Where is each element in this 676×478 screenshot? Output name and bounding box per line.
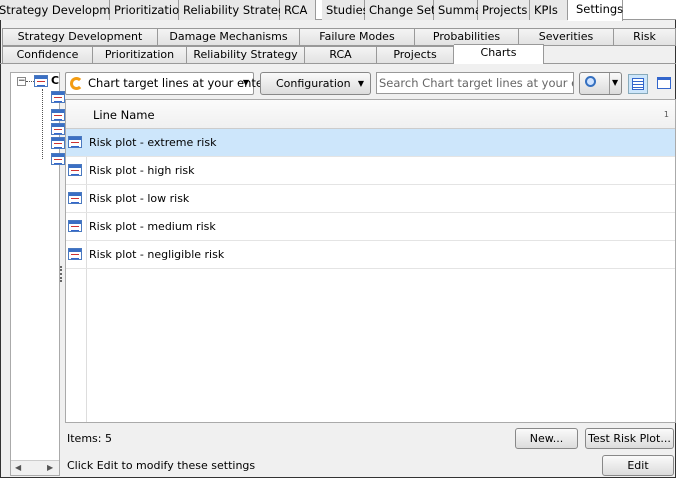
top-tab-bar: Strategy Development Prioritization Reli…: [0, 0, 676, 21]
tab-failure-modes[interactable]: Failure Modes: [300, 28, 415, 46]
line-name: Risk plot - extreme risk: [89, 136, 217, 149]
sort-indicator: 1: [663, 110, 669, 119]
search-icon: [585, 76, 596, 87]
tab-prioritization[interactable]: Prioritization: [93, 46, 187, 64]
detail-view-icon: [657, 77, 671, 89]
grid-header: Line Name 1: [66, 100, 675, 129]
sub-tab-row-2: Confidence Prioritization Reliability St…: [0, 44, 676, 64]
top-tab-prioritization[interactable]: Prioritization: [110, 0, 186, 20]
top-tab-rca[interactable]: RCA: [280, 0, 316, 20]
top-tab-projects[interactable]: Projects: [478, 0, 530, 20]
list-view-button[interactable]: [628, 74, 648, 94]
table-row[interactable]: Risk plot - low risk: [66, 185, 675, 213]
chart-folder-icon: [34, 75, 48, 87]
search-button[interactable]: ▼: [579, 72, 622, 95]
chart-line-icon: [68, 164, 82, 176]
tree-root-label[interactable]: C: [51, 74, 59, 87]
edit-button[interactable]: Edit: [602, 455, 674, 476]
chart-line-icon: [68, 220, 82, 232]
chart-line-icon[interactable]: [51, 123, 65, 135]
tab-reliability-strategy[interactable]: Reliability Strategy: [187, 46, 305, 64]
top-tab-change-sets[interactable]: Change Sets: [365, 0, 442, 20]
chart-line-icon[interactable]: [51, 137, 65, 149]
search-input[interactable]: Search Chart target lines at your enterp…: [376, 72, 574, 94]
chart-line-icon[interactable]: [51, 153, 65, 165]
table-row[interactable]: Risk plot - high risk: [66, 157, 675, 185]
line-name: Risk plot - medium risk: [89, 220, 216, 233]
tab-charts[interactable]: Charts: [454, 44, 544, 64]
collapse-toggle[interactable]: −: [17, 77, 26, 86]
table-row[interactable]: Risk plot - extreme risk: [66, 129, 675, 157]
top-tab-kpis[interactable]: KPIs: [530, 0, 568, 20]
chart-line-icon: [68, 192, 82, 204]
top-tab-strategy-development[interactable]: Strategy Development: [0, 0, 129, 20]
chart-line-icon[interactable]: [51, 109, 65, 121]
tab-strategy-development[interactable]: Strategy Development: [2, 28, 158, 46]
chevron-down-icon: ▼: [612, 78, 619, 87]
top-tab-studies[interactable]: Studies: [322, 0, 369, 20]
top-tab-summary[interactable]: Summary: [434, 0, 494, 20]
line-name: Risk plot - high risk: [89, 164, 195, 177]
tab-risk[interactable]: Risk: [614, 28, 676, 46]
configuration-label: Configuration: [276, 77, 351, 90]
tree-connector: [26, 81, 34, 82]
line-name: Risk plot - low risk: [89, 192, 190, 205]
sub-tab-row-1: Strategy Development Damage Mechanisms F…: [0, 28, 676, 46]
splitter-handle[interactable]: [60, 266, 63, 282]
status-text: Click Edit to modify these settings: [67, 459, 256, 472]
tab-rca[interactable]: RCA: [305, 46, 377, 64]
tab-confidence[interactable]: Confidence: [2, 46, 93, 64]
tree-connector: [42, 89, 43, 159]
tab-damage-mechanisms[interactable]: Damage Mechanisms: [158, 28, 300, 46]
new-button[interactable]: New...: [515, 428, 578, 449]
table-row[interactable]: Risk plot - medium risk: [66, 213, 675, 241]
items-count: Items: 5: [67, 432, 112, 445]
refresh-icon: [70, 77, 83, 90]
query-select-value: Chart target lines at your ente: [88, 76, 263, 90]
column-header-line-name[interactable]: Line Name: [93, 108, 155, 122]
list-view-icon: [632, 78, 644, 90]
query-select[interactable]: Chart target lines at your ente ▼: [65, 72, 263, 95]
chevron-down-icon: ▼: [357, 79, 364, 88]
chart-line-icon: [68, 136, 82, 148]
configuration-dropdown[interactable]: Configuration ▼: [260, 72, 371, 95]
tree-panel: − C ◀ ▶: [10, 72, 65, 476]
chart-lines-grid: Line Name 1 Risk plot - extreme risk Risk…: [65, 99, 676, 423]
chart-line-icon[interactable]: [51, 91, 65, 103]
line-name: Risk plot - negligible risk: [89, 248, 225, 261]
top-tab-reliability-strategy[interactable]: Reliability Strategy: [179, 0, 292, 20]
tab-projects[interactable]: Projects: [377, 46, 454, 64]
detail-view-button[interactable]: [654, 74, 674, 94]
table-row[interactable]: Risk plot - negligible risk: [66, 241, 675, 269]
chart-line-icon: [68, 248, 82, 260]
top-tab-settings[interactable]: Settings: [568, 0, 623, 21]
chevron-down-icon: ▼: [242, 78, 249, 87]
horizontal-scrollbar[interactable]: ◀ ▶: [11, 460, 59, 475]
test-risk-plot-button[interactable]: Test Risk Plot...: [585, 428, 674, 449]
